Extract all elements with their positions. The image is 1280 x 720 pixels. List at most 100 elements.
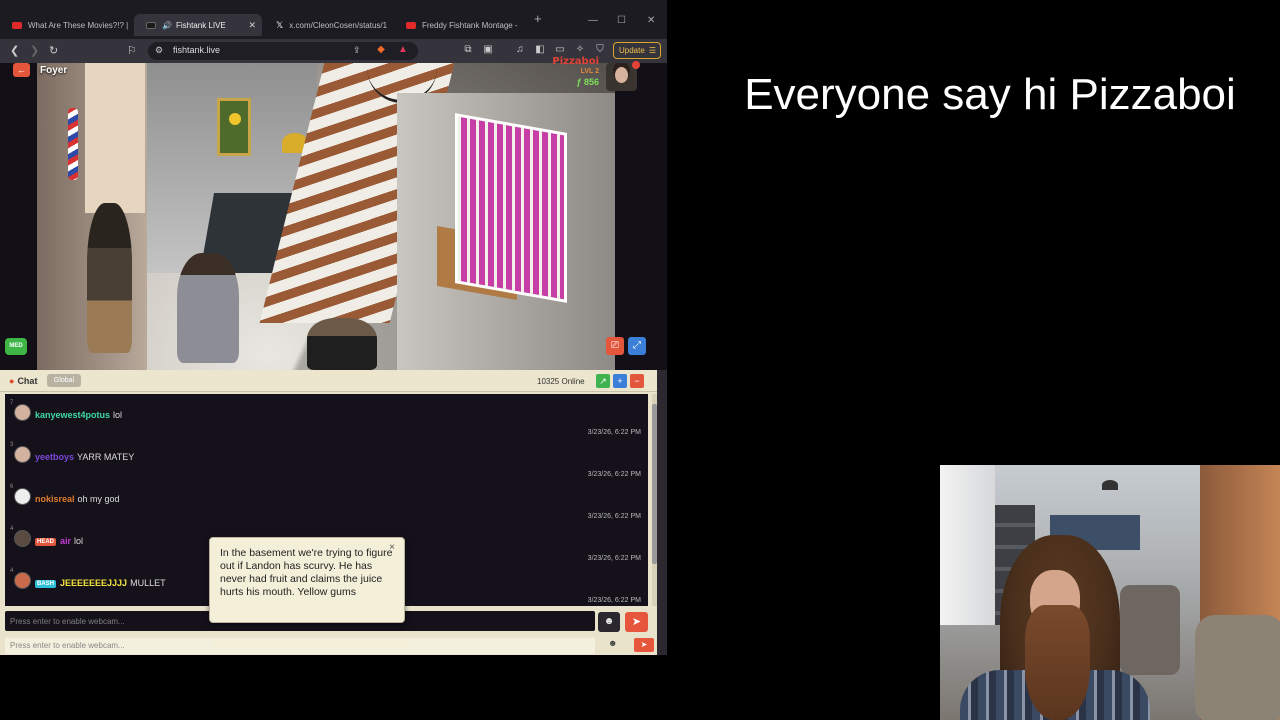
live-video-feed[interactable] [37, 63, 615, 370]
sunflower-painting [217, 98, 251, 156]
user-tag: HEAD [35, 538, 57, 546]
overlay-heading: Everyone say hi Pizzaboi [744, 70, 1236, 119]
tab-youtube-movies[interactable]: What Are These Movies?!? | [0, 14, 130, 36]
message-text: lol [74, 536, 84, 546]
user-rank: 3 [10, 442, 14, 448]
popup-text: In the basement we're trying to figure o… [220, 547, 393, 598]
message-text: MULLET [130, 578, 166, 588]
room-label: Foyer [40, 65, 68, 76]
coin-count: 856 [583, 77, 599, 87]
tab-label: Freddy Fishtank Montage - [422, 20, 518, 30]
message-text: oh my god [77, 494, 120, 504]
youtube-icon [406, 21, 416, 29]
webcam-couch [1195, 615, 1280, 720]
username-text: nokisreal [35, 494, 75, 504]
send-button[interactable]: ➤ [625, 612, 648, 632]
emoji-icon: ☻ [603, 616, 615, 627]
tab-fishtank-live[interactable]: 🔊 Fishtank LIVE ✕ [134, 14, 262, 36]
user-level: LVL 2 [580, 68, 599, 75]
tab-freddy-montage[interactable]: Freddy Fishtank Montage - [394, 14, 522, 36]
close-tab-icon[interactable]: ✕ [248, 20, 256, 31]
vpn-icon[interactable]: ⛉ [594, 44, 606, 56]
site-settings-icon[interactable]: ⚙ [155, 45, 163, 56]
med-badge[interactable]: MED [5, 338, 27, 355]
chat-message: 3 yeetboys YARR MATEY 3/23/26, 6:22 PM [5, 439, 648, 481]
user-coins: ƒ 856 [552, 77, 599, 87]
chat-username[interactable]: BASH JEEEEEEEJJJJ MULLET [35, 578, 166, 588]
user-stats: Pizzaboi LVL 2 ƒ 856 [552, 57, 599, 88]
url-text: fishtank.live [173, 45, 221, 55]
update-label: Update [619, 46, 645, 55]
chat-header: ● Chat Global 10325 Online ↗ + − [0, 370, 657, 392]
message-time: 3/23/26, 6:22 PM [587, 555, 641, 562]
extensions-icon[interactable]: ⧉ [462, 44, 474, 56]
send-icon: ➤ [631, 616, 642, 628]
bookmark-icon[interactable]: ⚐ [127, 44, 137, 57]
user-rank: 7 [10, 400, 14, 406]
new-tab-icon[interactable]: + [534, 11, 542, 26]
chat-message: 6 nokisreal oh my god 3/23/26, 6:22 PM [5, 481, 648, 523]
fish-notice-popup: In the basement we're trying to figure o… [209, 537, 405, 623]
chat-icon: ● [9, 376, 15, 386]
user-tag: BASH [35, 580, 57, 588]
tab-label: x.com/CleonCosen/status/1 [289, 20, 388, 30]
minus-icon[interactable]: − [630, 374, 644, 388]
fullscreen-icon[interactable]: ⤢ [628, 337, 646, 355]
screen: What Are These Movies?!? | 🔊 Fishtank LI… [0, 0, 1280, 720]
chat-username[interactable]: yeetboys YARR MATEY [35, 452, 134, 462]
cast-icon[interactable]: ⎚ [606, 337, 624, 355]
screenshot-icon[interactable]: ▣ [482, 44, 494, 56]
tab-label: What Are These Movies?!? | [28, 20, 129, 30]
tab-label: Fishtank LIVE [175, 20, 226, 30]
avatar[interactable] [14, 404, 31, 421]
brave-rewards-icon[interactable]: ▲ [397, 44, 409, 56]
close-window-icon[interactable]: ✕ [647, 15, 655, 26]
send-icon[interactable]: ➤ [634, 638, 654, 652]
channel-pill[interactable]: Global [47, 374, 81, 387]
tab-bar: What Are These Movies?!? | 🔊 Fishtank LI… [0, 11, 667, 39]
trend-icon[interactable]: ↗ [596, 374, 610, 388]
update-button[interactable]: Update ☰ [613, 42, 661, 59]
reload-icon[interactable]: ↻ [49, 44, 58, 57]
x-icon: 𝕏 [276, 19, 284, 30]
minimize-icon[interactable]: — [588, 15, 598, 26]
emoji-icon[interactable]: ☻ [608, 638, 617, 648]
chat-username[interactable]: HEAD air lol [35, 536, 83, 546]
user-rank: 4 [10, 568, 14, 574]
avatar[interactable] [14, 488, 31, 505]
tab-x-status[interactable]: 𝕏 x.com/CleonCosen/status/1 [264, 14, 392, 36]
fishtank-icon [146, 21, 156, 29]
back-arrow-icon[interactable]: ← [13, 63, 30, 77]
media-icon[interactable]: ♫ [514, 44, 526, 56]
streamer-webcam [940, 465, 1280, 720]
back-icon[interactable]: ❮ [10, 44, 19, 57]
avatar[interactable] [14, 572, 31, 589]
menu-icon: ☰ [648, 46, 656, 55]
user-rank: 4 [10, 526, 14, 532]
webcam-lamp [1102, 480, 1118, 490]
avatar[interactable] [14, 530, 31, 547]
popup-shadow [212, 640, 409, 648]
add-icon[interactable]: + [613, 374, 627, 388]
page-scrollbar[interactable] [657, 370, 667, 655]
sidebar-icon[interactable]: ◧ [534, 44, 546, 56]
streamer-beard [1025, 605, 1090, 720]
wallet-icon[interactable]: ▭ [554, 44, 566, 56]
close-icon[interactable]: × [389, 542, 395, 553]
message-time: 3/23/26, 6:22 PM [587, 513, 641, 520]
leo-ai-icon[interactable]: ✧ [574, 44, 586, 56]
brave-shield-icon[interactable]: ◆ [375, 44, 387, 56]
share-icon[interactable]: ⇪ [353, 45, 361, 56]
avatar[interactable] [14, 446, 31, 463]
emoji-button[interactable]: ☻ [598, 612, 620, 632]
message-text: lol [113, 410, 123, 420]
chat-username[interactable]: nokisreal oh my god [35, 494, 120, 504]
forward-icon[interactable]: ❯ [30, 44, 39, 57]
username-text: kanyewest4potus [35, 410, 111, 420]
online-count: 10325 Online [537, 377, 585, 386]
username-text: JEEEEEEEJJJJ [60, 578, 128, 588]
chat-username[interactable]: kanyewest4potus lol [35, 410, 122, 420]
maximize-icon[interactable]: ☐ [617, 15, 626, 26]
person-camera [307, 318, 377, 370]
message-text: YARR MATEY [77, 452, 135, 462]
